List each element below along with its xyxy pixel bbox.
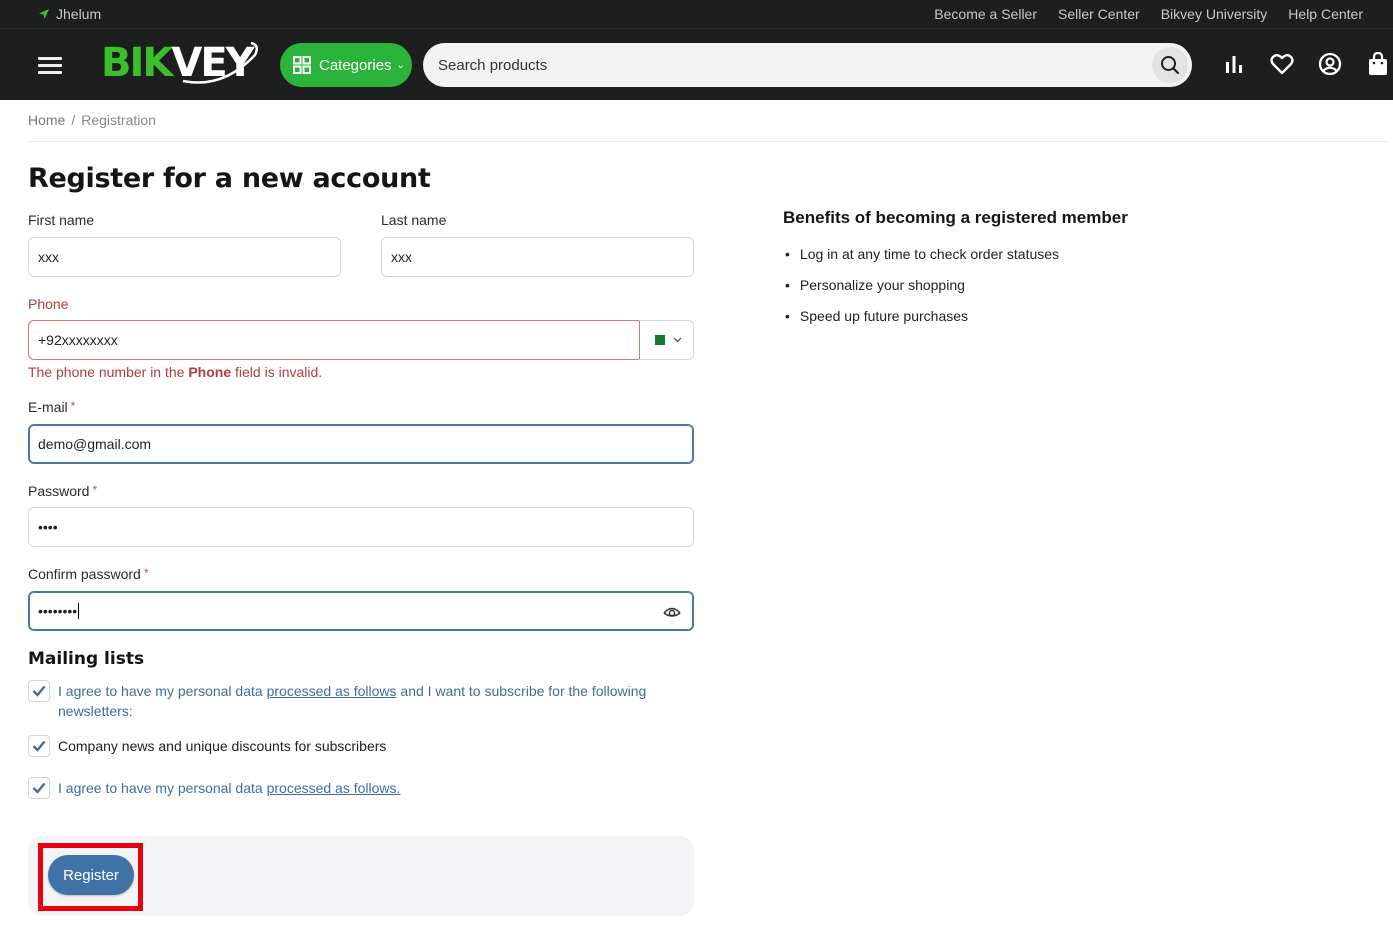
consent-subscribe-checkbox[interactable] (28, 680, 50, 702)
checkmark-icon (32, 782, 46, 794)
consent-data-checkbox[interactable] (28, 777, 50, 799)
processed-as-follows-link-2[interactable]: processed as follows. (267, 780, 401, 796)
benefit-item: Personalize your shopping (783, 277, 1059, 308)
phone-field[interactable]: +92xxxxxxxx (28, 320, 640, 360)
logo-text-green: BIK (101, 40, 173, 86)
newsletter-label: Company news and unique discounts for su… (58, 738, 387, 754)
processed-as-follows-link[interactable]: processed as follows (267, 683, 397, 699)
consent-data-label: I agree to have my personal data process… (58, 780, 401, 796)
confirm-password-label: Confirm password * (28, 566, 149, 582)
password-value: •••• (38, 519, 58, 535)
first-name-label: First name (28, 212, 95, 228)
cart-bag-icon[interactable] (1365, 51, 1391, 77)
last-name-value: xxx (391, 249, 412, 265)
chevron-down-icon (673, 337, 681, 343)
breadcrumb-home-link[interactable]: Home (28, 112, 65, 128)
benefits-heading: Benefits of becoming a registered member (783, 208, 1128, 227)
consent-subscribe-label: I agree to have my personal data process… (58, 683, 647, 719)
last-name-field[interactable]: xxx (381, 237, 694, 277)
first-name-field[interactable]: xxx (28, 237, 341, 277)
password-field[interactable]: •••• (28, 507, 694, 547)
benefits-list: Log in at any time to check order status… (783, 246, 1059, 339)
location-selector[interactable]: Jhelum (38, 6, 101, 22)
phone-error-message: The phone number in the Phone field is i… (28, 364, 323, 380)
email-field[interactable]: demo@gmail.com (28, 424, 694, 464)
confirm-password-value: •••••••• (38, 603, 78, 619)
register-button[interactable]: Register (48, 855, 134, 895)
divider (28, 141, 1388, 142)
grid-icon (293, 56, 311, 74)
benefit-item: Speed up future purchases (783, 308, 1059, 339)
breadcrumb: Home / Registration (28, 112, 156, 128)
confirm-password-field[interactable]: •••••••• (28, 591, 694, 631)
location-arrow-icon (39, 9, 49, 19)
show-password-eye-icon[interactable] (663, 603, 681, 621)
search-icon (1161, 56, 1180, 75)
help-center-link[interactable]: Help Center (1288, 6, 1363, 22)
checkmark-icon (32, 685, 46, 697)
phone-label: Phone (28, 296, 69, 312)
page-title: Register for a new account (28, 163, 431, 194)
search-button[interactable] (1152, 47, 1188, 83)
breadcrumb-current: Registration (81, 112, 156, 128)
mailing-lists-heading: Mailing lists (28, 649, 145, 669)
country-code-selector[interactable] (639, 320, 694, 360)
email-value: demo@gmail.com (38, 436, 152, 452)
header-icons (1221, 51, 1391, 77)
top-links: Become a Seller Seller Center Bikvey Uni… (934, 6, 1363, 22)
phone-value: +92xxxxxxxx (38, 332, 118, 348)
account-icon[interactable] (1317, 51, 1343, 77)
seller-center-link[interactable]: Seller Center (1058, 6, 1140, 22)
wishlist-heart-icon[interactable] (1269, 51, 1295, 77)
categories-label: Categories (319, 56, 392, 74)
main-header: BIK VEY Categories ⌄ (0, 29, 1393, 100)
become-seller-link[interactable]: Become a Seller (934, 6, 1037, 22)
chevron-down-icon: ⌄ (396, 59, 405, 71)
checkmark-icon (32, 740, 46, 752)
top-strip: Jhelum Become a Seller Seller Center Bik… (0, 0, 1393, 29)
pakistan-flag-icon (650, 335, 665, 345)
first-name-value: xxx (38, 249, 59, 265)
text-cursor (78, 603, 80, 619)
search-input[interactable] (438, 56, 1138, 74)
email-label: E-mail * (28, 399, 76, 415)
categories-button[interactable]: Categories ⌄ (280, 43, 412, 87)
search-bar (423, 43, 1192, 87)
logo[interactable]: BIK VEY (101, 37, 259, 89)
location-label: Jhelum (56, 6, 102, 22)
compare-icon[interactable] (1221, 51, 1247, 77)
password-label: Password * (28, 483, 98, 499)
newsletter-checkbox[interactable] (28, 735, 50, 757)
breadcrumb-separator: / (71, 112, 76, 128)
bikvey-university-link[interactable]: Bikvey University (1161, 6, 1268, 22)
logo-swoosh-icon (182, 41, 259, 84)
benefit-item: Log in at any time to check order status… (783, 246, 1059, 277)
menu-icon[interactable] (38, 57, 62, 74)
last-name-label: Last name (381, 212, 447, 228)
